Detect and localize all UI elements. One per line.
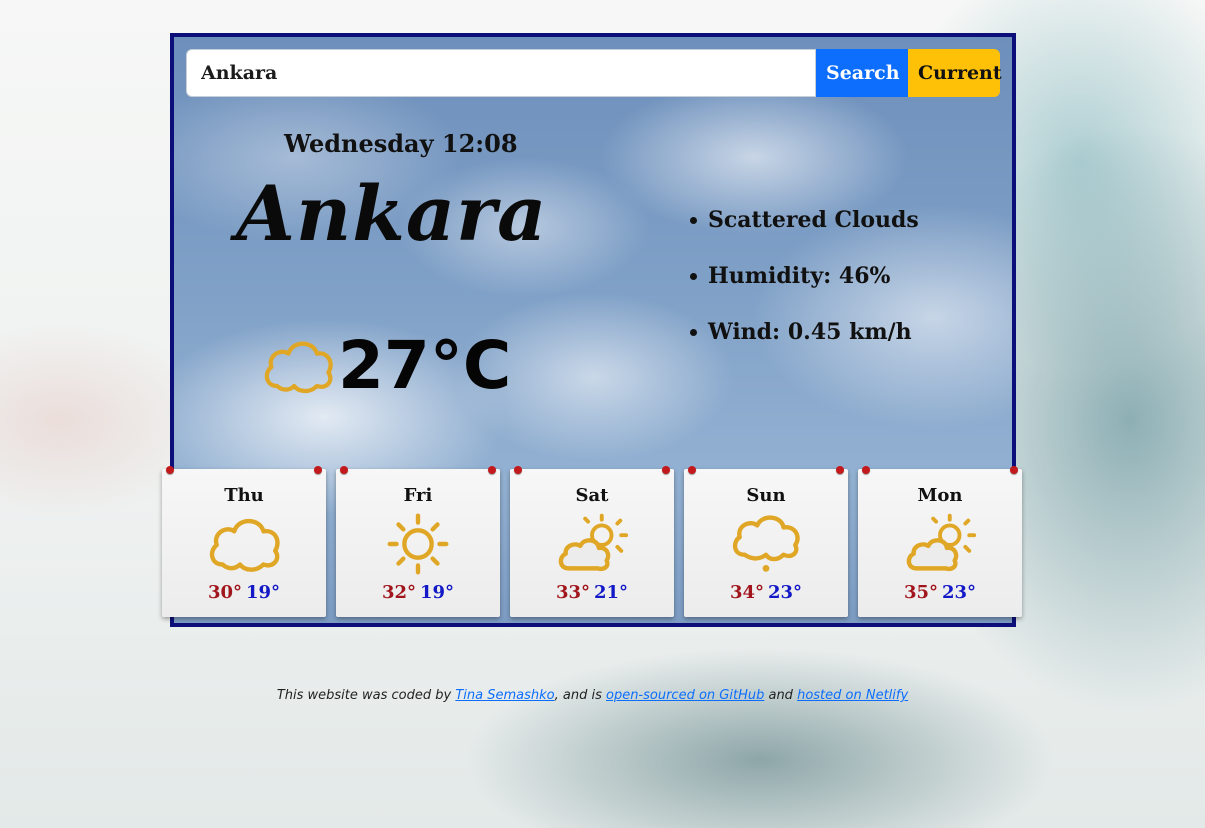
pin-icon <box>166 466 174 474</box>
pin-icon <box>488 466 496 474</box>
cloud-icon <box>209 518 280 572</box>
weather-details-list: Scattered Clouds Humidity: 46% Wind: 0.4… <box>686 203 919 371</box>
wind-value: 0.45 km/h <box>787 319 912 345</box>
sun-icon <box>387 513 449 575</box>
pin-icon <box>514 466 522 474</box>
forecast-temps: 33° 21° <box>510 582 674 603</box>
pin-icon <box>862 466 870 474</box>
forecast-card: Thu 30° 19° <box>162 466 326 617</box>
forecast-day: Mon <box>917 485 963 506</box>
forecast-day: Sat <box>575 485 609 506</box>
pin-icon <box>340 466 348 474</box>
footer-text: , and is <box>554 688 606 703</box>
forecast-day: Thu <box>224 485 264 506</box>
pin-icon <box>688 466 696 474</box>
temperature-value: 27 <box>338 327 430 404</box>
forecast-min-temp: 21° <box>594 582 629 603</box>
city-name: Ankara <box>236 169 548 258</box>
humidity-item: Humidity: 46% <box>686 259 919 315</box>
forecast-day: Fri <box>403 485 433 506</box>
current-location-button[interactable]: Current <box>908 49 1002 97</box>
sun-behind-cloud-icon <box>906 513 977 572</box>
forecast-max-temp: 33° <box>555 582 590 603</box>
forecast-max-temp: 32° <box>381 582 416 603</box>
wind-label: Wind: <box>708 319 781 345</box>
forecast-temps: 30° 19° <box>162 582 326 603</box>
cloud-drizzle-icon <box>732 515 800 572</box>
netlify-link[interactable]: hosted on Netlify <box>797 688 908 703</box>
humidity-value: 46% <box>838 263 891 289</box>
wind-item: Wind: 0.45 km/h <box>686 315 919 371</box>
temperature-unit: °C <box>429 327 512 404</box>
cloud-icon <box>264 341 333 393</box>
pin-icon <box>314 466 322 474</box>
humidity-label: Humidity: <box>708 263 832 289</box>
footer: This website was coded by Tina Semashko,… <box>0 688 1185 703</box>
forecast-temps: 34° 23° <box>684 582 848 603</box>
forecast-min-temp: 19° <box>420 582 455 603</box>
search-button[interactable]: Search <box>816 49 908 97</box>
forecast-row: Thu 30° 19° Fri 32° 19° Sat 33° 21° Sun … <box>162 466 1024 619</box>
pin-icon <box>662 466 670 474</box>
forecast-card: Fri 32° 19° <box>336 466 500 617</box>
weather-card: Search Current Wednesday 12:08 Ankara 27… <box>162 33 1022 627</box>
forecast-card: Mon 35° 23° <box>858 466 1022 617</box>
forecast-max-temp: 30° <box>207 582 242 603</box>
author-link[interactable]: Tina Semashko <box>455 688 554 703</box>
weather-description: Scattered Clouds <box>686 203 919 259</box>
city-search-input[interactable] <box>186 49 816 97</box>
forecast-max-temp: 35° <box>903 582 938 603</box>
pin-icon <box>836 466 844 474</box>
forecast-max-temp: 34° <box>729 582 764 603</box>
github-link[interactable]: open-sourced on GitHub <box>606 688 764 703</box>
search-form: Search Current <box>186 49 1002 97</box>
forecast-day: Sun <box>746 485 786 506</box>
footer-text: and <box>764 688 798 703</box>
forecast-min-temp: 23° <box>768 582 803 603</box>
forecast-min-temp: 19° <box>246 582 281 603</box>
footer-text: This website was coded by <box>276 688 456 703</box>
sun-behind-cloud-icon <box>558 513 629 572</box>
forecast-temps: 32° 19° <box>336 582 500 603</box>
current-datetime: Wednesday 12:08 <box>284 129 518 158</box>
pin-icon <box>1010 466 1018 474</box>
forecast-card: Sat 33° 21° <box>510 466 674 617</box>
forecast-card: Sun 34° 23° <box>684 466 848 617</box>
forecast-temps: 35° 23° <box>858 582 1022 603</box>
forecast-min-temp: 23° <box>942 582 977 603</box>
current-temperature-block: 27 °C <box>260 327 511 404</box>
